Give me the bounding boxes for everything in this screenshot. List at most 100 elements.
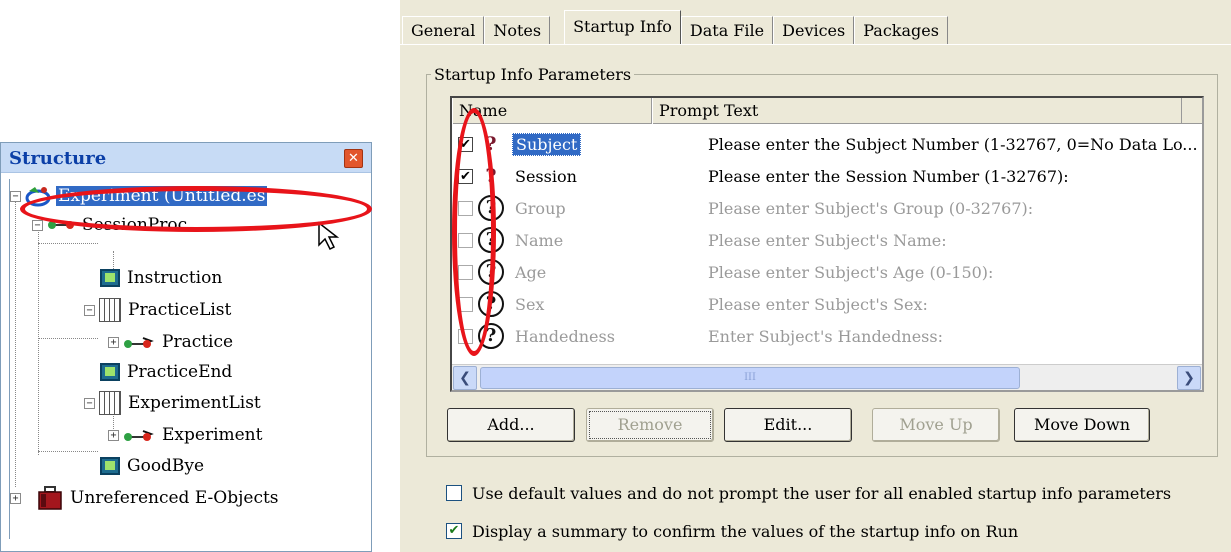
experiment-icon — [25, 187, 51, 207]
row-checkbox[interactable] — [458, 200, 473, 216]
tree-node-label: Experiment — [162, 425, 263, 445]
option-checkbox[interactable]: ✔ — [446, 523, 462, 539]
question-icon: ? — [478, 195, 504, 221]
structure-titlebar: Structure ✕ — [1, 143, 371, 173]
tab-data-file[interactable]: Data File — [680, 16, 774, 44]
option-checkbox[interactable] — [446, 485, 462, 501]
tree-node-unreferenced[interactable]: + Unreferenced E-Objects — [10, 485, 281, 511]
row-prompt: Enter Subject's Handedness: — [708, 326, 943, 346]
textdisplay-icon — [100, 269, 120, 287]
add-button[interactable]: Add... — [447, 408, 575, 442]
column-name-header[interactable]: Name — [452, 98, 652, 124]
tab-strip: General Notes Startup Info Data File Dev… — [402, 10, 948, 44]
textdisplay-icon — [100, 363, 120, 381]
tree-node-label: PracticeList — [128, 300, 232, 320]
collapse-icon[interactable]: − — [10, 190, 21, 202]
properties-dialog: General Notes Startup Info Data File Dev… — [400, 0, 1231, 552]
textdisplay-icon — [100, 457, 120, 475]
row-prompt: Please enter Subject's Name: — [708, 230, 947, 250]
startup-params-list[interactable]: Name Prompt Text ✔ ? Subject Please ente… — [450, 96, 1204, 392]
expand-icon[interactable]: + — [108, 429, 119, 441]
option-label: Display a summary to confirm the values … — [472, 521, 1019, 541]
tab-startup-info[interactable]: Startup Info — [564, 10, 681, 44]
remove-button[interactable]: Remove — [586, 408, 714, 442]
tree-node-label: PracticeEnd — [127, 362, 233, 382]
move-up-button[interactable]: Move Up — [872, 408, 1000, 442]
row-prompt: Please enter the Session Number (1-32767… — [708, 166, 1069, 186]
tree-node-practicelist[interactable]: − PracticeList — [84, 297, 233, 323]
move-down-button[interactable]: Move Down — [1014, 408, 1150, 442]
list-row-subject[interactable]: ✔ ? Subject Please enter the Subject Num… — [452, 128, 1202, 160]
tree-node-label: ExperimentList — [128, 393, 261, 413]
column-prompt-header[interactable]: Prompt Text — [652, 98, 1182, 124]
tree-node-experimentlist[interactable]: − ExperimentList — [84, 390, 263, 416]
row-name: Subject — [512, 132, 582, 156]
tree-node-label: Instruction — [127, 268, 223, 288]
list-header: Name Prompt Text — [452, 98, 1202, 124]
tree-node-label: GoodBye — [127, 456, 205, 476]
option-use-defaults[interactable]: Use default values and do not prompt the… — [446, 482, 1171, 504]
row-name: Sex — [515, 294, 545, 314]
tree-node-label: Unreferenced E-Objects — [70, 488, 279, 508]
row-name: Group — [515, 198, 566, 218]
expand-icon[interactable]: + — [10, 492, 21, 504]
row-checkbox[interactable]: ✔ — [458, 136, 473, 152]
list-row-age[interactable]: ? Age Please enter Subject's Age (0-150)… — [452, 256, 1202, 288]
row-checkbox[interactable]: ✔ — [458, 168, 473, 184]
collapse-icon[interactable]: − — [84, 397, 95, 409]
question-icon: ? — [478, 227, 504, 253]
tree-line — [38, 451, 98, 452]
question-icon: ? — [485, 133, 497, 155]
row-prompt: Please enter the Subject Number (1-32767… — [708, 134, 1198, 154]
row-name: Handedness — [515, 326, 615, 346]
row-prompt: Please enter Subject's Age (0-150): — [708, 262, 994, 282]
briefcase-icon — [38, 486, 62, 510]
tree-node-instruction[interactable]: Instruction — [100, 265, 224, 291]
close-icon[interactable]: ✕ — [344, 149, 363, 168]
tree-node-label: Experiment (Untitled.es — [56, 186, 268, 206]
list-icon — [99, 298, 121, 322]
scroll-thumb[interactable]: III — [480, 367, 1020, 389]
tree-node-goodbye[interactable]: GoodBye — [100, 453, 206, 479]
list-row-handedness[interactable]: ? Handedness Enter Subject's Handedness: — [452, 320, 1202, 352]
row-name: Session — [515, 166, 577, 186]
row-checkbox[interactable] — [458, 296, 473, 312]
structure-title: Structure — [9, 148, 107, 169]
tab-devices[interactable]: Devices — [773, 16, 855, 44]
tree-node-practice[interactable]: + Practice — [108, 329, 235, 355]
row-prompt: Please enter Subject's Sex: — [708, 294, 928, 314]
question-icon: ? — [478, 259, 504, 285]
list-row-sex[interactable]: ? Sex Please enter Subject's Sex: — [452, 288, 1202, 320]
scroll-right-icon[interactable]: ❯ — [1177, 366, 1201, 390]
expand-icon[interactable]: + — [108, 336, 119, 348]
tree-node-label: SessionProc — [82, 215, 188, 235]
row-prompt: Please enter Subject's Group (0-32767): — [708, 198, 1034, 218]
tree-node-practiceend[interactable]: PracticeEnd — [100, 359, 234, 385]
tab-packages[interactable]: Packages — [854, 16, 948, 44]
tree-node-sessionproc[interactable]: − SessionProc — [32, 212, 189, 238]
horizontal-scrollbar[interactable]: ❮ III ❯ — [452, 364, 1202, 390]
procedure-icon — [48, 221, 74, 229]
list-row-name[interactable]: ? Name Please enter Subject's Name: — [452, 224, 1202, 256]
question-icon: ? — [478, 323, 504, 349]
row-checkbox[interactable] — [458, 328, 473, 344]
edit-button[interactable]: Edit... — [724, 408, 852, 442]
row-name: Age — [515, 262, 547, 282]
row-checkbox[interactable] — [458, 264, 473, 280]
list-row-session[interactable]: ✔ ? Session Please enter the Session Num… — [452, 160, 1202, 192]
option-display-summary[interactable]: ✔ Display a summary to confirm the value… — [446, 520, 1018, 542]
tree-node-experiment-root[interactable]: − Experiment (Untitled.es — [10, 183, 268, 209]
scroll-left-icon[interactable]: ❮ — [453, 366, 477, 390]
tab-general[interactable]: General — [402, 16, 485, 44]
collapse-icon[interactable]: − — [84, 304, 95, 316]
collapse-icon[interactable]: − — [32, 219, 43, 231]
tree-node-experiment-proc[interactable]: + Experiment — [108, 422, 264, 448]
list-row-group[interactable]: ? Group Please enter Subject's Group (0-… — [452, 192, 1202, 224]
tree-line — [15, 197, 16, 487]
option-label: Use default values and do not prompt the… — [472, 483, 1172, 503]
row-checkbox[interactable] — [458, 232, 473, 248]
tree-line — [38, 338, 98, 339]
tab-notes[interactable]: Notes — [484, 16, 551, 44]
tree-line — [38, 227, 39, 455]
tree-line — [38, 243, 98, 244]
